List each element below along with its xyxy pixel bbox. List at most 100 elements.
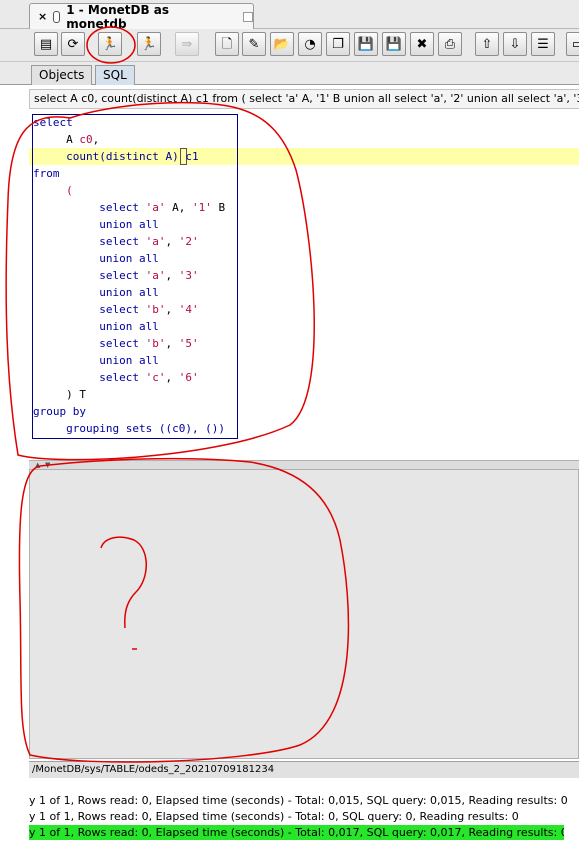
list-button[interactable]: ☰ <box>531 32 555 56</box>
object-path: /MonetDB/sys/TABLE/odeds_2_2021070918123… <box>29 761 579 778</box>
code-token: , <box>165 235 179 248</box>
code-token: 'c' <box>145 371 166 384</box>
code-line[interactable]: union all <box>33 216 159 233</box>
pin-icon[interactable] <box>243 11 253 22</box>
edit-button[interactable]: ✎ <box>242 32 266 56</box>
code-token: '2' <box>178 235 199 248</box>
log-line-success: y 1 of 1, Rows read: 0, Elapsed time (se… <box>29 825 564 840</box>
code-line[interactable]: group by <box>33 403 86 420</box>
code-token: B <box>218 201 226 214</box>
code-token: select <box>33 269 146 282</box>
new-file-button[interactable]: 🗋 <box>215 32 239 56</box>
export-button[interactable]: ▭ <box>566 32 579 56</box>
code-token: , <box>165 371 179 384</box>
code-token: select <box>33 116 73 129</box>
code-line[interactable]: select 'a', '3' <box>33 267 199 284</box>
refresh-icon: ⟳ <box>67 36 79 52</box>
code-token: select <box>33 303 146 316</box>
clock-icon: ◔ <box>304 36 316 52</box>
execute-current-icon: 🏃 <box>140 36 158 52</box>
collapse-up-icon[interactable]: ▲ <box>35 461 40 469</box>
copy-icon: ❐ <box>332 36 344 52</box>
save-icon: 💾 <box>357 36 375 52</box>
code-token: group by <box>33 405 86 418</box>
code-token: A <box>33 133 80 146</box>
print-icon: ⎙ <box>444 36 456 52</box>
code-line[interactable]: count(distinct A) c1 <box>33 148 199 165</box>
code-token: '5' <box>178 337 199 350</box>
code-line[interactable]: union all <box>33 318 159 335</box>
code-token: '3' <box>178 269 199 282</box>
code-line[interactable]: union all <box>33 352 159 369</box>
code-line[interactable]: ( <box>33 182 73 199</box>
close-tab-icon[interactable]: × <box>38 10 47 23</box>
document-tab-title: 1 - MonetDB as monetdb <box>66 2 170 31</box>
open-folder-icon: 📂 <box>273 36 291 52</box>
explain-button[interactable]: ⇛ <box>175 32 199 56</box>
move-down-button[interactable]: ⇩ <box>503 32 527 56</box>
code-token: A <box>172 201 179 214</box>
code-token: union all <box>33 354 159 367</box>
log-line: y 1 of 1, Rows read: 0, Elapsed time (se… <box>29 810 519 823</box>
collapse-down-icon[interactable]: ▼ <box>45 461 50 469</box>
sql-editor[interactable]: select A c0, count(distinct A) c1 from ( … <box>29 110 579 460</box>
code-line[interactable]: ) T <box>33 386 86 403</box>
database-icon <box>53 10 61 23</box>
code-token: ) T <box>33 388 86 401</box>
code-token: select <box>33 337 146 350</box>
execute-current-button[interactable]: 🏃 <box>137 32 161 56</box>
delete-button[interactable]: ✖ <box>410 32 434 56</box>
execution-log: y 1 of 1, Rows read: 0, Elapsed time (se… <box>29 788 579 848</box>
code-line[interactable]: select 'a', '2' <box>33 233 199 250</box>
code-line[interactable]: grouping sets ((c0), ()) <box>33 420 225 437</box>
code-token: select <box>33 201 146 214</box>
splitter-handle[interactable]: ▲ ▼ <box>29 460 579 469</box>
code-line[interactable]: select 'b', '5' <box>33 335 199 352</box>
code-token: '4' <box>178 303 199 316</box>
code-token: select <box>33 235 146 248</box>
code-line[interactable]: union all <box>33 284 159 301</box>
open-file-button[interactable]: 📂 <box>270 32 294 56</box>
code-line[interactable]: select 'a' A, '1' B <box>33 199 225 216</box>
code-token: , <box>92 133 100 146</box>
code-token: 'a' <box>145 269 166 282</box>
code-line[interactable]: select 'b', '4' <box>33 301 199 318</box>
code-token: '6' <box>178 371 199 384</box>
code-token: select <box>33 371 146 384</box>
code-token: , <box>165 303 179 316</box>
execute-button[interactable]: 🏃 <box>98 32 122 56</box>
code-token: 'a' <box>145 201 173 214</box>
save-as-button[interactable]: 💾 <box>382 32 406 56</box>
toolbar: ▤ ⟳ 🏃 🏃 ⇛ 🗋 ✎ 📂 ◔ ❐ 💾 💾 ✖ ⎙ ⇧ ⇩ ☰ ▭ <box>0 29 579 62</box>
results-panel[interactable] <box>29 469 579 759</box>
refresh-button[interactable]: ⟳ <box>61 32 85 56</box>
code-line[interactable]: select <box>33 114 73 131</box>
log-line: y 1 of 1, Rows read: 0, Elapsed time (se… <box>29 794 568 807</box>
tab-sql[interactable]: SQL <box>95 65 135 85</box>
document-tab-bar: × 1 - MonetDB as monetdb <box>0 0 579 31</box>
list-icon: ☰ <box>537 36 549 52</box>
copy-button[interactable]: ❐ <box>326 32 350 56</box>
code-token: ( <box>33 184 73 197</box>
document-tab-monetdb[interactable]: × 1 - MonetDB as monetdb <box>29 2 254 31</box>
code-line[interactable]: A c0, <box>33 131 99 148</box>
history-button[interactable]: ◔ <box>298 32 322 56</box>
code-token: union all <box>33 320 159 333</box>
move-up-icon: ⇧ <box>481 36 493 52</box>
move-up-button[interactable]: ⇧ <box>475 32 499 56</box>
code-token: , <box>165 269 179 282</box>
edit-icon: ✎ <box>248 36 260 52</box>
query-text-field[interactable]: select A c0, count(distinct A) c1 from (… <box>29 89 579 109</box>
code-token: count(distinct A) c1 <box>33 150 199 163</box>
tab-objects[interactable]: Objects <box>31 65 93 85</box>
code-token: '1' <box>191 201 219 214</box>
code-line[interactable]: union all <box>33 250 159 267</box>
code-line[interactable]: from <box>33 165 60 182</box>
move-down-icon: ⇩ <box>509 36 521 52</box>
code-line[interactable]: select 'c', '6' <box>33 369 199 386</box>
print-button[interactable]: ⎙ <box>438 32 462 56</box>
delete-icon: ✖ <box>416 36 428 52</box>
save-button[interactable]: 💾 <box>354 32 378 56</box>
subtab-bar: Objects SQL <box>0 62 579 85</box>
sql-history-button[interactable]: ▤ <box>34 32 58 56</box>
